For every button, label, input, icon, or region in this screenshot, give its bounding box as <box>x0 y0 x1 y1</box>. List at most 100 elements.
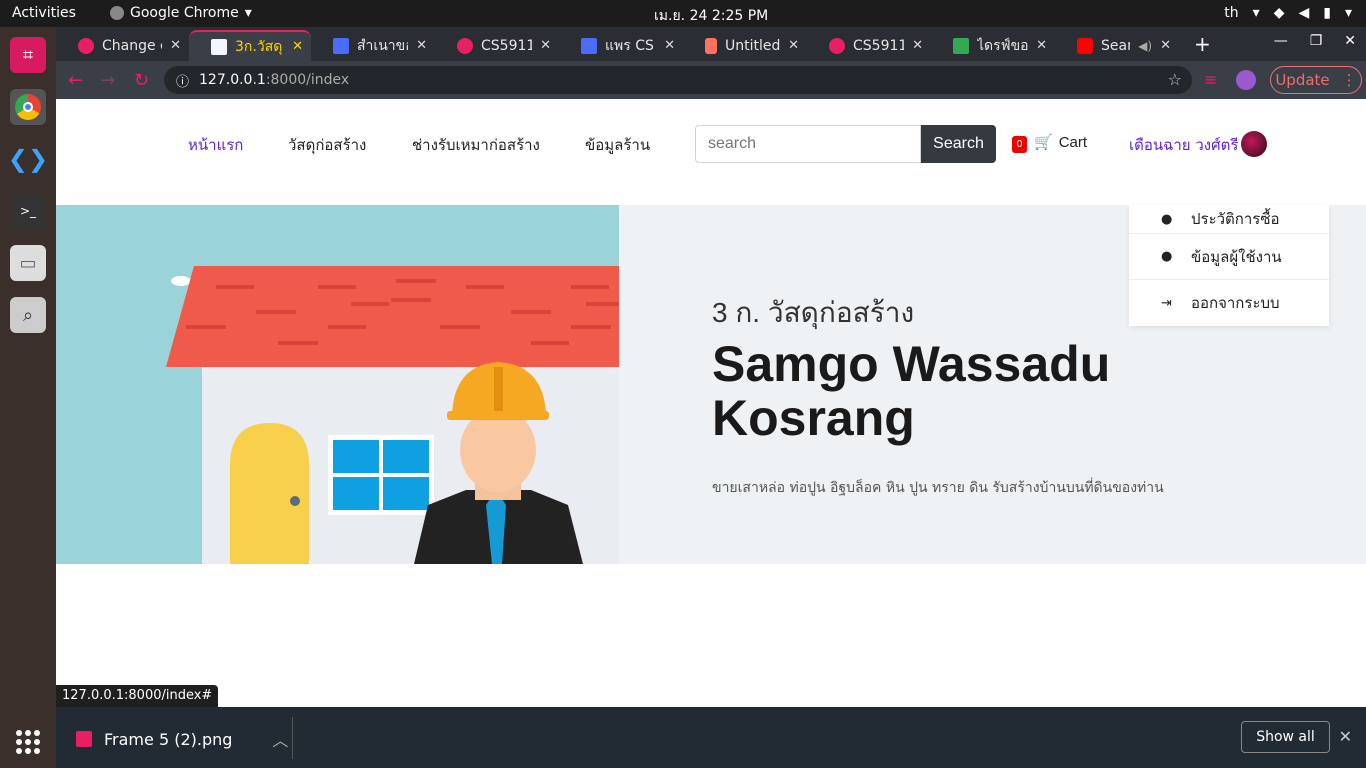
close-icon[interactable]: ✕ <box>1160 38 1171 53</box>
tab-drive[interactable]: ไดรฟ์ของ ✕ <box>931 30 1055 61</box>
reload-icon[interactable]: ↻ <box>134 70 149 91</box>
url-path: :8000/index <box>265 72 350 88</box>
info-icon[interactable]: ⓘ <box>176 71 189 90</box>
tab-youtube[interactable]: Sean ◀) ✕ <box>1055 30 1179 61</box>
menu-item-purchase-history[interactable]: ● ประวัติการซื้อ <box>1129 205 1329 234</box>
show-apps-icon[interactable] <box>16 730 40 754</box>
bookmark-star-icon[interactable]: ☆ <box>1168 70 1182 89</box>
avatar[interactable] <box>1241 131 1267 157</box>
tab-label: Untitled <box>725 37 781 54</box>
chevron-down-icon: ▾ <box>1252 5 1260 21</box>
lang-indicator[interactable]: th <box>1224 5 1238 21</box>
address-bar[interactable]: ⓘ 127.0.0.1:8000/index ☆ <box>164 66 1192 94</box>
hero-title: Samgo Wassadu Kosrang <box>712 336 1111 446</box>
tab-label: Sean <box>1101 37 1130 54</box>
status-bar-url: 127.0.0.1:8000/index# <box>56 685 219 707</box>
logout-icon: ⇥ <box>1161 295 1172 311</box>
audio-playing-icon[interactable]: ◀) <box>1138 39 1152 53</box>
browser-window: Change c ✕ 3ก.วัสดุ ✕ สำเนาขอ ✕ CS59110 … <box>56 27 1366 768</box>
new-tab-button[interactable]: + <box>1194 32 1211 56</box>
forward-icon[interactable]: → <box>100 70 115 91</box>
cart-icon: 🛒 <box>1034 134 1053 151</box>
chevron-down-icon: ▾ <box>244 5 252 21</box>
browser-toolbar: ← → ↻ ⓘ 127.0.0.1:8000/index ☆ ≡ Update … <box>56 61 1366 99</box>
close-icon[interactable]: ✕ <box>170 38 181 53</box>
tab-favicon-icon <box>78 37 94 54</box>
user-menu[interactable]: เดือนฉาย วงศ์ตรี <box>1129 133 1238 157</box>
close-icon[interactable]: ✕ <box>540 38 551 53</box>
update-button[interactable]: Update ⋮ <box>1270 66 1362 94</box>
docs-icon <box>581 37 597 54</box>
hero-description: ขายเสาหล่อ ท่อปูน อิฐบล็อค หิน ปูน ทราย … <box>712 480 1164 496</box>
update-label: Update <box>1275 71 1330 89</box>
menu-item-label: ออกจากระบบ <box>1191 294 1280 312</box>
chevron-down-icon: ▾ <box>1344 5 1352 21</box>
minimize-icon[interactable]: — <box>1274 33 1288 49</box>
tab-favicon-icon <box>829 37 845 54</box>
tab-untitled[interactable]: Untitled ✕ <box>683 30 807 61</box>
close-icon[interactable]: ✕ <box>292 39 303 54</box>
download-item[interactable]: Frame 5 (2).png ︿ <box>76 727 288 751</box>
activities-button[interactable]: Activities <box>12 5 76 21</box>
show-all-button[interactable]: Show all <box>1241 721 1330 753</box>
system-tray[interactable]: th ▾ ◆ ◀ ▮ ▾ <box>1224 5 1352 21</box>
crop-tool-icon[interactable]: ⌗ <box>10 37 46 73</box>
close-icon[interactable]: ✕ <box>1036 38 1047 53</box>
youtube-icon <box>1077 37 1093 54</box>
close-icon[interactable]: ✕ <box>912 38 923 53</box>
vscode-icon[interactable]: ❮❯ <box>8 141 48 177</box>
download-filename: Frame 5 (2).png <box>104 729 233 749</box>
nav-contractors[interactable]: ช่างรับเหมาก่อสร้าง <box>412 133 540 157</box>
search-button[interactable]: Search <box>921 125 996 163</box>
terminal-icon[interactable]: >_ <box>10 193 46 229</box>
chevron-up-icon[interactable]: ︿ <box>272 727 288 751</box>
tab-doc-copy[interactable]: สำเนาขอ ✕ <box>311 30 435 61</box>
menu-item-logout[interactable]: ⇥ ออกจากระบบ <box>1129 280 1329 326</box>
cart-count-badge: 0 <box>1012 136 1027 153</box>
user-icon: ● <box>1161 249 1173 264</box>
close-icon[interactable]: ✕ <box>416 38 427 53</box>
hero-subtitle: 3 ก. วัสดุก่อสร้าง <box>712 297 915 328</box>
nav-materials[interactable]: วัสดุก่อสร้าง <box>288 133 366 157</box>
tab-change[interactable]: Change c ✕ <box>56 30 189 61</box>
tab-cs59110-a[interactable]: CS59110 ✕ <box>435 30 559 61</box>
close-icon[interactable]: ✕ <box>788 38 799 53</box>
nav-home[interactable]: หน้าแรก <box>188 133 243 157</box>
kebab-menu-icon[interactable]: ⋮ <box>1342 71 1357 89</box>
tab-label: Change c <box>102 37 163 54</box>
app-menu[interactable]: Google Chrome ▾ <box>110 5 252 21</box>
tab-favicon-icon <box>457 37 473 54</box>
tab-3k[interactable]: 3ก.วัสดุ ✕ <box>189 30 311 61</box>
tab-label: แพร CS P <box>605 37 656 54</box>
search-input[interactable] <box>695 125 921 163</box>
maximize-icon[interactable]: ❐ <box>1310 33 1323 49</box>
hero-illustration <box>56 205 619 564</box>
wifi-icon: ◆ <box>1273 5 1285 21</box>
tab-label: CS59110 <box>853 37 905 54</box>
menu-item-user-info[interactable]: ● ข้อมูลผู้ใช้งาน <box>1129 234 1329 280</box>
nav-shop-info[interactable]: ข้อมูลร้าน <box>585 133 650 157</box>
profile-avatar-icon[interactable] <box>1236 70 1256 90</box>
close-icon[interactable]: ✕ <box>664 38 675 53</box>
dock: ⌗ ❮❯ >_ ▭ ⌕ <box>0 27 56 768</box>
files-icon[interactable]: ▭ <box>10 245 46 281</box>
user-icon: ● <box>1161 211 1173 227</box>
volume-icon: ◀ <box>1298 5 1310 21</box>
close-icon[interactable]: ✕ <box>1339 727 1352 746</box>
divider <box>292 717 293 759</box>
clock[interactable]: เม.ย. 24 2:25 PM <box>654 5 768 27</box>
chrome-icon[interactable] <box>10 89 46 125</box>
media-queue-icon[interactable]: ≡ <box>1204 70 1224 90</box>
tab-label: สำเนาขอ <box>357 37 409 54</box>
image-file-icon <box>76 731 92 747</box>
tab-favicon-icon <box>211 38 227 55</box>
tab-strip: Change c ✕ 3ก.วัสดุ ✕ สำเนาขอ ✕ CS59110 … <box>56 27 1366 61</box>
back-icon[interactable]: ← <box>68 70 83 91</box>
cart-link[interactable]: 🛒 Cart <box>1034 133 1087 152</box>
chrome-icon <box>110 6 124 20</box>
screenshot-icon[interactable]: ⌕ <box>10 297 46 333</box>
tab-cs59110-b[interactable]: CS59110 ✕ <box>807 30 931 61</box>
window-controls: — ❐ ✕ <box>1274 33 1356 49</box>
tab-prae-cs[interactable]: แพร CS P ✕ <box>559 30 683 61</box>
close-window-icon[interactable]: ✕ <box>1344 33 1356 49</box>
